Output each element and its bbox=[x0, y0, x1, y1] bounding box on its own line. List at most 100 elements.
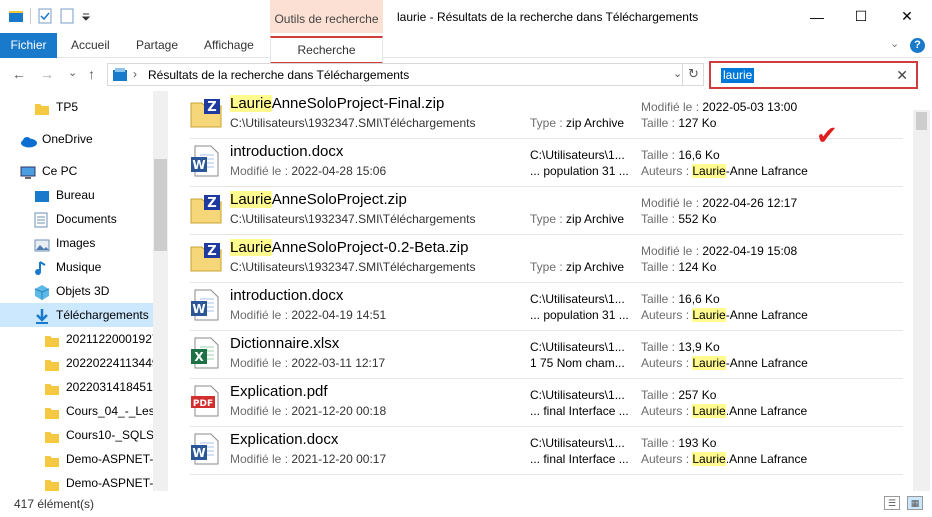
tab-affichage[interactable]: Affichage bbox=[204, 33, 254, 58]
result-row[interactable]: Wintroduction.docx Modifié le : 2022-04-2… bbox=[190, 139, 903, 187]
nav-item-cours-04-les-s[interactable]: Cours_04_-_Les_s bbox=[0, 399, 167, 423]
name-rest: AnneSoloProject.zip bbox=[271, 191, 407, 208]
address-bar[interactable]: › Résultats de la recherche dans Télécha… bbox=[107, 63, 704, 86]
svg-text:Z: Z bbox=[207, 196, 216, 211]
tab-partage[interactable]: Partage bbox=[136, 33, 178, 58]
nav-item-onedrive[interactable]: OneDrive bbox=[0, 127, 93, 151]
file-size: Taille : 127 Ko bbox=[641, 116, 716, 130]
back-arrow-icon[interactable]: ← bbox=[12, 66, 26, 82]
tab-fichier[interactable]: Fichier bbox=[0, 33, 57, 58]
nav-item-label: Demo-ASPNET-C bbox=[66, 452, 163, 466]
up-arrow-icon[interactable]: ↑ bbox=[88, 66, 95, 82]
maximize-button[interactable]: ☐ bbox=[838, 0, 884, 33]
modified-value: 2022-03-11 12:17 bbox=[291, 356, 386, 370]
file-name[interactable]: LaurieAnneSoloProject-Final.zip bbox=[230, 95, 444, 112]
close-button[interactable]: ✕ bbox=[884, 0, 930, 33]
name-match-highlight: Laurie bbox=[230, 239, 272, 256]
result-row[interactable]: X Dictionnaire.xlsx Modifié le : 2022-03-1… bbox=[190, 331, 903, 379]
address-dropdown-icon[interactable]: ⌄ bbox=[673, 67, 682, 80]
file-name[interactable]: Dictionnaire.xlsx bbox=[230, 335, 339, 352]
breadcrumb-chevron-icon[interactable]: › bbox=[133, 67, 137, 81]
explorer-icon[interactable] bbox=[8, 9, 24, 23]
result-row[interactable]: Wintroduction.docx Modifié le : 2022-04-1… bbox=[190, 283, 903, 331]
nav-item-label: Téléchargements bbox=[56, 308, 149, 322]
folder-snippet: C:\Utilisateurs\1... bbox=[530, 340, 625, 354]
nav-item-objets-3d[interactable]: Objets 3D bbox=[0, 279, 109, 303]
file-size: Taille : 552 Ko bbox=[641, 212, 716, 226]
nav-item-ce-pc[interactable]: Ce PC bbox=[0, 159, 77, 183]
large-icons-view-icon[interactable]: ▦ bbox=[907, 496, 923, 510]
result-row[interactable]: Z LaurieAnneSoloProject-Final.zip C:\Utili… bbox=[190, 91, 903, 139]
detail-value: 193 Ko bbox=[678, 436, 717, 450]
author-match-highlight: Laurie bbox=[692, 452, 726, 466]
result-row[interactable]: PDF Explication.pdf Modifié le : 2021-12-2… bbox=[190, 379, 903, 427]
name-rest: Explication.pdf bbox=[230, 383, 328, 400]
nav-item-t-l-chargements[interactable]: Téléchargements bbox=[0, 303, 153, 327]
search-query[interactable]: laurie bbox=[721, 68, 755, 83]
nav-item-20220314184516[interactable]: 20220314184516_ bbox=[0, 375, 166, 399]
refresh-icon[interactable]: ↻ bbox=[682, 63, 704, 86]
authors-label: Auteurs : bbox=[641, 308, 690, 322]
recent-locations-icon[interactable]: ⌄ bbox=[68, 66, 77, 79]
nav-scrollbar[interactable] bbox=[153, 91, 168, 491]
file-name[interactable]: introduction.docx bbox=[230, 287, 343, 304]
forward-arrow-icon[interactable]: → bbox=[40, 66, 54, 82]
file-name[interactable]: Explication.docx bbox=[230, 431, 338, 448]
authors-label: Auteurs : bbox=[641, 452, 690, 466]
tab-accueil[interactable]: Accueil bbox=[71, 33, 110, 58]
detail-value: 16,6 Ko bbox=[678, 148, 720, 162]
nav-item-musique[interactable]: Musique bbox=[0, 255, 101, 279]
folder-icon bbox=[44, 428, 60, 443]
pdf-icon: PDF bbox=[190, 385, 222, 419]
nav-item-documents[interactable]: Documents bbox=[0, 207, 117, 231]
file-name[interactable]: introduction.docx bbox=[230, 143, 343, 160]
file-name[interactable]: LaurieAnneSoloProject.zip bbox=[230, 191, 407, 208]
nav-item-demo-aspnet-c[interactable]: Demo-ASPNET-C bbox=[0, 471, 162, 491]
nav-item-demo-aspnet-c[interactable]: Demo-ASPNET-C bbox=[0, 447, 162, 471]
name-rest: introduction.docx bbox=[230, 287, 344, 304]
result-row[interactable]: W Explication.docx Modifié le : 2021-12-20… bbox=[190, 427, 903, 475]
detail-value: 13,9 Ko bbox=[678, 340, 720, 354]
clear-search-icon[interactable]: ✕ bbox=[896, 67, 908, 84]
nav-item-bureau[interactable]: Bureau bbox=[0, 183, 95, 207]
size-value: 124 Ko bbox=[678, 260, 717, 274]
modified-label: Modifié le : bbox=[230, 452, 289, 466]
nav-item-images[interactable]: Images bbox=[0, 231, 95, 255]
address-path[interactable]: Résultats de la recherche dans Télécharg… bbox=[148, 68, 409, 82]
file-name[interactable]: LaurieAnneSoloProject-0.2-Beta.zip bbox=[230, 239, 468, 256]
minimize-button[interactable]: — bbox=[794, 0, 840, 33]
file-type: Type : zip Archive bbox=[530, 116, 624, 130]
modified-label: Modifié le : bbox=[230, 356, 289, 370]
file-name[interactable]: Explication.pdf bbox=[230, 383, 328, 400]
nav-item-cours10-sqlser[interactable]: Cours10-_SQLSer bbox=[0, 423, 165, 447]
search-box[interactable]: laurie ✕ bbox=[709, 61, 918, 89]
help-icon[interactable]: ? bbox=[910, 38, 925, 53]
objects3d-icon bbox=[34, 284, 50, 300]
customize-toolbar-icon[interactable] bbox=[81, 8, 91, 24]
results-scrollbar-thumb[interactable] bbox=[916, 112, 927, 130]
nav-item-label: Cours10-_SQLSer bbox=[66, 428, 165, 442]
result-row[interactable]: Z LaurieAnneSoloProject.zip C:\Utilisateur… bbox=[190, 187, 903, 235]
modified-value: 2022-04-19 14:51 bbox=[291, 308, 387, 322]
author-rest: .Anne Lafrance bbox=[725, 404, 808, 418]
new-folder-icon[interactable] bbox=[59, 8, 75, 24]
zip-icon: Z bbox=[190, 193, 222, 227]
file-type: Type : zip Archive bbox=[530, 212, 624, 226]
search-tools-contextual-tab[interactable]: Outils de recherche bbox=[270, 0, 383, 33]
authors-label: Auteurs : bbox=[641, 164, 690, 178]
detail-primary: Modifié le : 2022-04-19 15:08 bbox=[641, 244, 797, 258]
result-row[interactable]: Z LaurieAnneSoloProject-0.2-Beta.zip C:\Ut… bbox=[190, 235, 903, 283]
details-view-icon[interactable]: ☰ bbox=[884, 496, 900, 510]
title-bar: Outils de recherche laurie - Résultats d… bbox=[0, 0, 932, 33]
results-scrollbar[interactable] bbox=[913, 110, 930, 491]
nav-item-tp5[interactable]: TP5 bbox=[0, 95, 78, 119]
properties-icon[interactable] bbox=[37, 8, 53, 24]
nav-item-label: OneDrive bbox=[42, 132, 93, 146]
nav-scrollbar-thumb[interactable] bbox=[154, 159, 167, 251]
author-rest: -Anne Lafrance bbox=[725, 164, 808, 178]
detail-label: Modifié le : bbox=[641, 244, 700, 258]
nav-item-20211220001927[interactable]: 20211220001927_ bbox=[0, 327, 165, 351]
ribbon-expand-icon[interactable]: ⌄ bbox=[890, 37, 899, 50]
nav-item-20220224113449[interactable]: 20220224113449_ bbox=[0, 351, 165, 375]
navigation-pane: TP5 OneDrive Ce PC Bureau Documents Images Mus… bbox=[0, 91, 168, 491]
